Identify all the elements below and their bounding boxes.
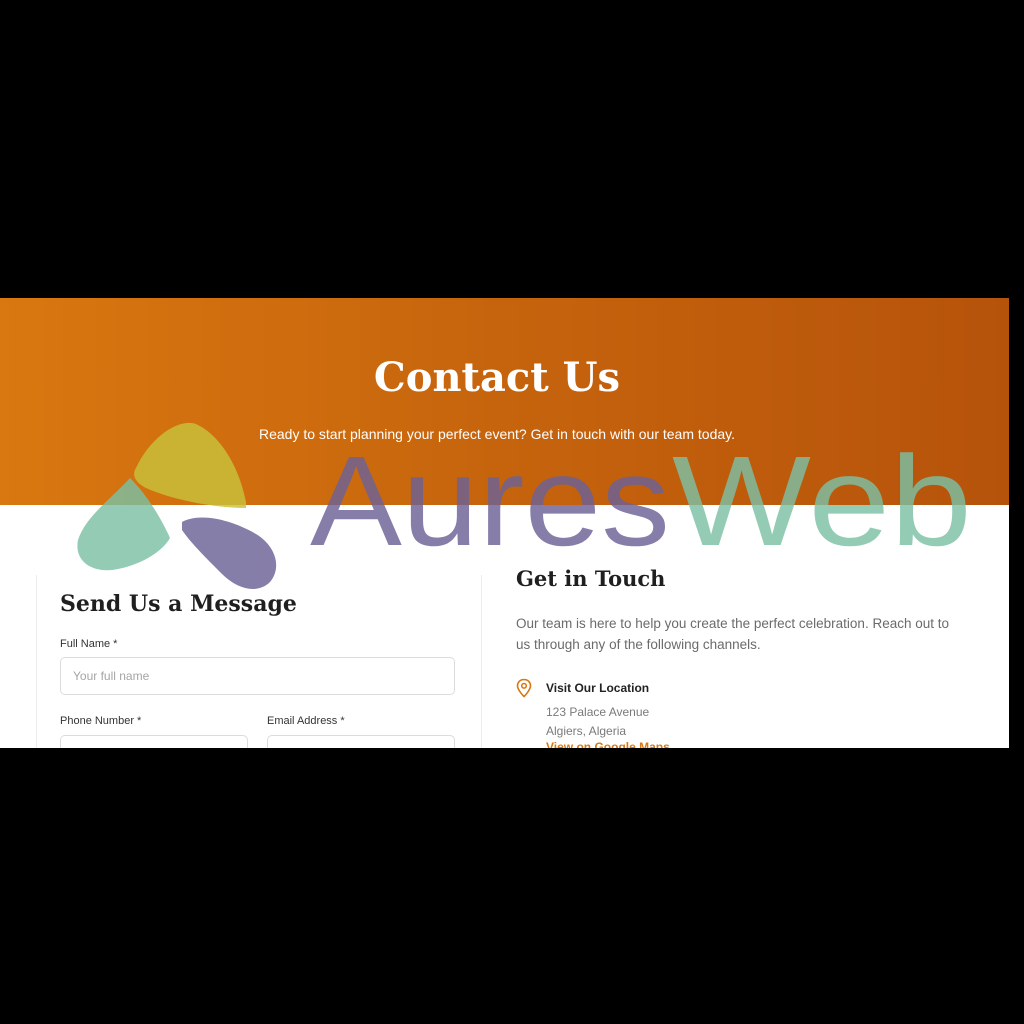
hero-banner: Contact Us Ready to start planning your … bbox=[0, 298, 1009, 505]
phone-number-input[interactable] bbox=[60, 735, 248, 748]
get-in-touch-title: Get in Touch bbox=[516, 566, 666, 591]
full-name-input[interactable] bbox=[60, 657, 455, 695]
contact-page: Contact Us Ready to start planning your … bbox=[0, 298, 1009, 748]
full-name-label: Full Name * bbox=[60, 638, 118, 650]
address-line-1: 123 Palace Avenue bbox=[546, 705, 650, 719]
google-maps-link[interactable]: View on Google Maps bbox=[546, 740, 670, 748]
hero-subtitle: Ready to start planning your perfect eve… bbox=[258, 426, 735, 442]
page-title: Contact Us bbox=[373, 354, 621, 401]
email-address-label: Email Address * bbox=[267, 715, 345, 727]
map-pin-icon bbox=[516, 678, 532, 698]
form-title: Send Us a Message bbox=[60, 591, 297, 617]
address-line-2: Algiers, Algeria bbox=[546, 724, 627, 738]
email-address-input[interactable] bbox=[267, 735, 455, 748]
phone-number-label: Phone Number * bbox=[60, 715, 142, 727]
get-in-touch-description: Our team is here to help you create the … bbox=[516, 616, 949, 652]
visit-location-title: Visit Our Location bbox=[546, 681, 650, 695]
